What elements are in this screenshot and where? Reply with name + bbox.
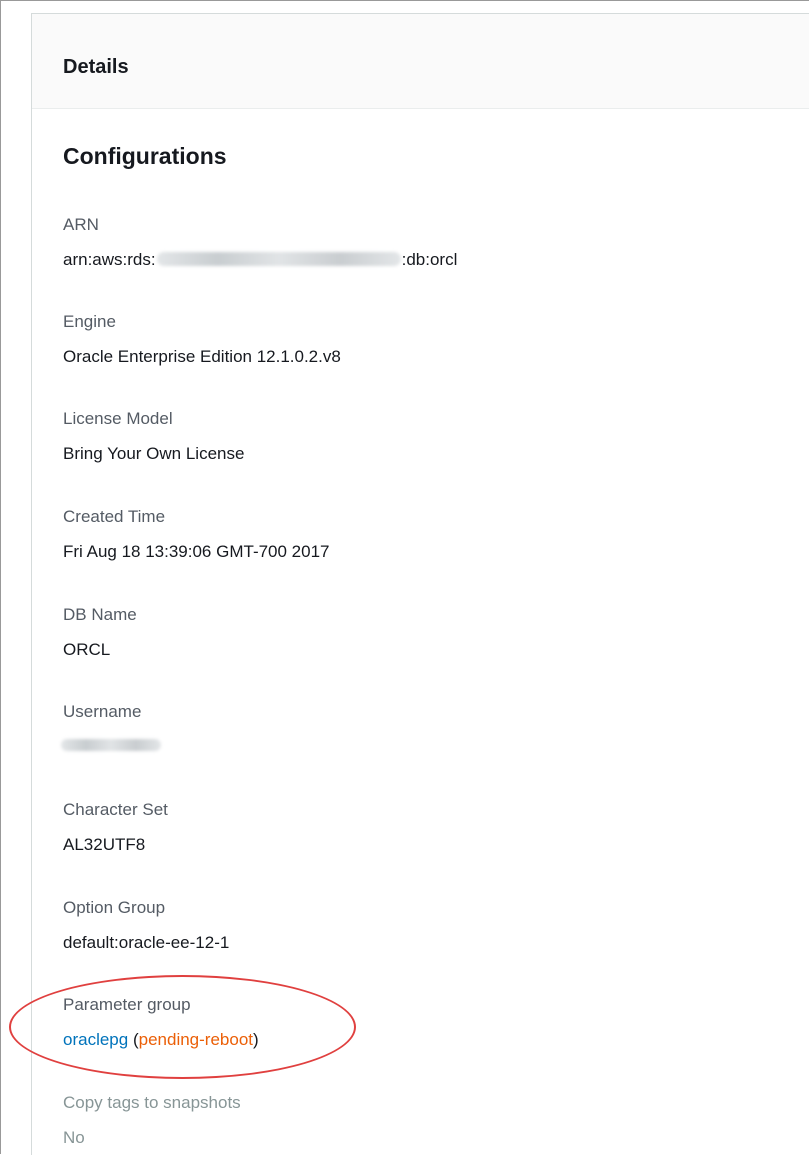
field-label: Username <box>63 702 142 721</box>
field-engine: Engine Oracle Enterprise Edition 12.1.0.… <box>63 311 341 368</box>
field-arn: ARN arn:aws:rds: :db:orcl <box>63 214 457 271</box>
field-created-time: Created Time Fri Aug 18 13:39:06 GMT-700… <box>63 506 330 563</box>
details-panel: Details Configurations ARN arn:aws:rds::… <box>31 13 809 1155</box>
redacted-account-region <box>156 252 401 266</box>
field-option-group: Option Group default:oracle-ee-12-1 <box>63 897 229 954</box>
field-value: ORCL <box>63 640 111 659</box>
field-label: Parameter group <box>63 995 191 1014</box>
field-value: Oracle Enterprise Edition 12.1.0.2.v8 <box>63 347 341 366</box>
field-parameter-group: Parameter group oraclepg (pending-reboot… <box>63 994 259 1051</box>
parameter-group-link[interactable]: oraclepg <box>63 1030 128 1049</box>
field-label: License Model <box>63 409 173 428</box>
field-label: Option Group <box>63 898 166 917</box>
field-value: AL32UTF8 <box>63 835 146 854</box>
field-label: Copy tags to snapshots <box>63 1093 241 1112</box>
field-label: Engine <box>63 312 116 331</box>
arn-suffix: :db:orcl <box>401 250 458 269</box>
field-license-model: License Model Bring Your Own License <box>63 408 244 465</box>
panel-title: Details <box>63 56 129 78</box>
parameter-group-value: oraclepg (pending-reboot) <box>63 1029 259 1051</box>
field-username: Username <box>61 701 161 758</box>
section-title-configurations: Configurations <box>63 143 227 169</box>
field-label: Created Time <box>63 507 166 526</box>
arn-value: arn:aws:rds: :db:orcl <box>63 249 457 271</box>
panel-header: Details <box>32 14 809 109</box>
redacted-username <box>61 739 161 751</box>
field-value: default:oracle-ee-12-1 <box>63 933 230 952</box>
username-value <box>61 736 161 758</box>
screenshot-frame: Details Configurations ARN arn:aws:rds::… <box>0 0 809 1155</box>
field-copy-tags: Copy tags to snapshots No <box>63 1092 241 1149</box>
field-character-set: Character Set AL32UTF8 <box>63 799 168 856</box>
field-value: No <box>63 1128 85 1147</box>
field-value: Bring Your Own License <box>63 444 245 463</box>
field-label: DB Name <box>63 605 137 624</box>
close-paren: ) <box>253 1030 259 1049</box>
field-db-name: DB Name ORCL <box>63 604 137 661</box>
pending-reboot-status[interactable]: pending-reboot <box>139 1030 253 1049</box>
field-value: Fri Aug 18 13:39:06 GMT-700 2017 <box>63 542 330 561</box>
field-label: ARN <box>63 215 99 234</box>
field-label: Character Set <box>63 800 168 819</box>
arn-prefix: arn:aws:rds: <box>63 250 156 269</box>
